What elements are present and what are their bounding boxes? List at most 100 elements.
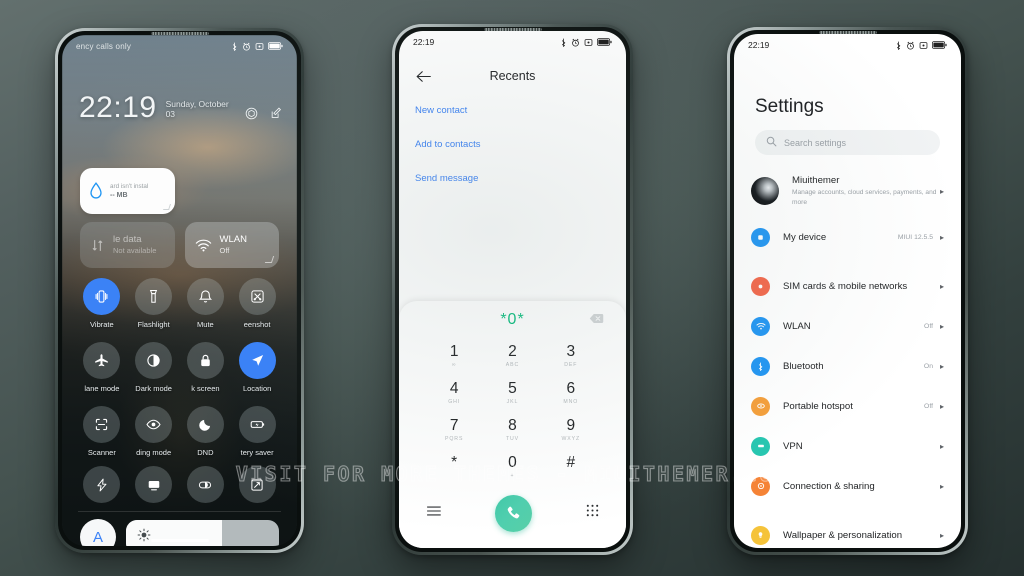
backspace-icon[interactable] — [589, 311, 604, 329]
auto-brightness-button[interactable]: A — [80, 519, 116, 546]
settings-row-account[interactable]: Miuithemer Manage accounts, cloud servic… — [734, 165, 961, 217]
tile-mobile-data-sub: Not available — [113, 246, 157, 256]
key-1-sub: ∞ — [451, 361, 457, 368]
battery-saver-icon — [238, 406, 276, 443]
toggle-reading[interactable] — [180, 466, 232, 503]
status-icons — [560, 38, 612, 47]
eye-icon — [135, 406, 173, 443]
battery-icon — [597, 38, 612, 46]
settings-row-portable-hotspot[interactable]: Portable hotspot Off ▸ — [734, 386, 961, 426]
status-icons — [231, 42, 283, 51]
toggle-location[interactable]: Location — [231, 342, 283, 393]
hotspot-icon — [751, 396, 770, 416]
toggle-dnd[interactable]: DND — [180, 406, 232, 457]
key-star[interactable]: * — [425, 449, 483, 486]
brightness-slider[interactable] — [126, 520, 279, 546]
key-4[interactable]: 4 GHI — [425, 375, 483, 412]
key-2[interactable]: 2 ABC — [483, 338, 541, 375]
status-time: 22:19 — [748, 40, 770, 50]
key-0[interactable]: 0 + — [483, 449, 541, 486]
key-2-digit: 2 — [508, 343, 517, 361]
key-8[interactable]: 8 TUV — [483, 412, 541, 449]
tile-wlan-title: WLAN — [219, 234, 247, 246]
settings-screen: 22:19 Settings Search settings Miuitheme… — [734, 34, 961, 548]
key-9[interactable]: 9 WXYZ — [542, 412, 600, 449]
back-arrow-icon[interactable] — [413, 66, 433, 86]
toggle-dark-mode[interactable]: Dark mode — [128, 342, 180, 393]
key-3[interactable]: 3 DEF — [542, 338, 600, 375]
key-9-digit: 9 — [566, 417, 576, 435]
key-8-digit: 8 — [508, 417, 517, 435]
battery-icon — [932, 41, 947, 49]
tile-resize-handle-icon[interactable] — [264, 256, 275, 263]
toggle-lightning[interactable] — [76, 466, 128, 503]
toggle-dark-mode-label: Dark mode — [135, 384, 172, 393]
settings-row-wlan[interactable]: WLAN Off ▸ — [734, 306, 961, 346]
water-drop-icon — [90, 182, 102, 199]
toggle-lock-screen[interactable]: k screen — [180, 342, 232, 393]
toggle-battery-saver[interactable]: tery saver — [231, 406, 283, 457]
settings-row-wallpaper[interactable]: Wallpaper & personalization ▸ — [734, 515, 961, 548]
key-1[interactable]: 1 ∞ — [425, 338, 483, 375]
search-icon — [766, 134, 777, 152]
resize-handle-icon[interactable] — [163, 204, 171, 210]
chevron-right-icon: ▸ — [939, 281, 944, 291]
call-button[interactable] — [494, 494, 532, 532]
settings-row-my-device[interactable]: My device MIUI 12.5.5 ▸ — [734, 217, 961, 257]
cast-icon — [135, 466, 173, 503]
settings-row-sim-cards[interactable]: SIM cards & mobile networks ▸ — [734, 266, 961, 306]
key-5-sub: JKL — [506, 398, 519, 405]
link-add-to-contacts[interactable]: Add to contacts — [415, 139, 610, 150]
dialer-display: *0* — [399, 301, 626, 338]
bell-icon — [186, 278, 224, 315]
toggle-flashlight-label: Flashlight — [137, 320, 170, 329]
toggle-scanner[interactable]: Scanner — [76, 406, 128, 457]
key-5[interactable]: 5 JKL — [483, 375, 541, 412]
battery-icon — [268, 42, 283, 50]
row-label: Wallpaper & personalization — [783, 529, 903, 541]
wlan-icon — [751, 316, 770, 336]
dialed-number: *0* — [500, 310, 525, 328]
toggle-vibrate[interactable]: Vibrate — [76, 278, 128, 329]
menu-icon[interactable] — [426, 504, 442, 522]
toggle-screenshot-label: eenshot — [243, 320, 271, 329]
storage-widget[interactable]: ard isn't instal -- MB — [80, 168, 175, 214]
toggle-reading-mode[interactable]: ding mode — [128, 406, 180, 457]
alarm-icon — [907, 41, 914, 49]
key-7[interactable]: 7 PQRS — [425, 412, 483, 449]
wlan-icon — [195, 239, 211, 251]
vpn-icon — [751, 436, 770, 456]
edit-icon[interactable] — [270, 107, 283, 120]
camera-icon[interactable] — [245, 107, 258, 120]
settings-row-connection-sharing[interactable]: Connection & sharing ▸ — [734, 466, 961, 506]
keypad-icon[interactable] — [585, 503, 600, 523]
link-new-contact[interactable]: New contact — [415, 105, 610, 116]
settings-row-vpn[interactable]: VPN ▸ — [734, 426, 961, 466]
toggle-airplane-mode[interactable]: lane mode — [76, 342, 128, 393]
settings-row-bluetooth[interactable]: Bluetooth On ▸ — [734, 346, 961, 386]
key-1-digit: 1 — [449, 343, 459, 361]
storage-widget-text: ard isn't instal -- MB — [110, 183, 148, 199]
tile-mobile-data[interactable]: le data Not available — [80, 222, 175, 268]
key-6[interactable]: 6 MNO — [542, 375, 600, 412]
flashlight-icon — [135, 278, 173, 315]
airplane-icon — [83, 342, 121, 379]
home-indicator[interactable] — [150, 538, 209, 542]
link-send-message[interactable]: Send message — [415, 173, 610, 184]
key-7-sub: PQRS — [445, 435, 464, 442]
toggle-screenshot[interactable]: eenshot — [231, 278, 283, 329]
chevron-right-icon: ▸ — [939, 186, 944, 196]
alarm-icon — [243, 42, 250, 50]
tile-wlan[interactable]: WLAN Off — [184, 222, 279, 268]
phone-device-middle: 22:19 Recents New contact Add to contact… — [392, 24, 633, 555]
key-hash[interactable]: # — [542, 449, 600, 486]
toggle-expand[interactable] — [231, 466, 283, 503]
toggle-flashlight[interactable]: Flashlight — [128, 278, 180, 329]
big-toggle-tiles: le data Not available WLAN Off — [80, 222, 279, 268]
bluetooth-icon — [751, 356, 770, 376]
search-settings-input[interactable]: Search settings — [755, 130, 940, 155]
row-label: Bluetooth — [783, 360, 824, 372]
toggle-mute[interactable]: Mute — [180, 278, 232, 329]
toggle-cast[interactable] — [128, 466, 180, 503]
